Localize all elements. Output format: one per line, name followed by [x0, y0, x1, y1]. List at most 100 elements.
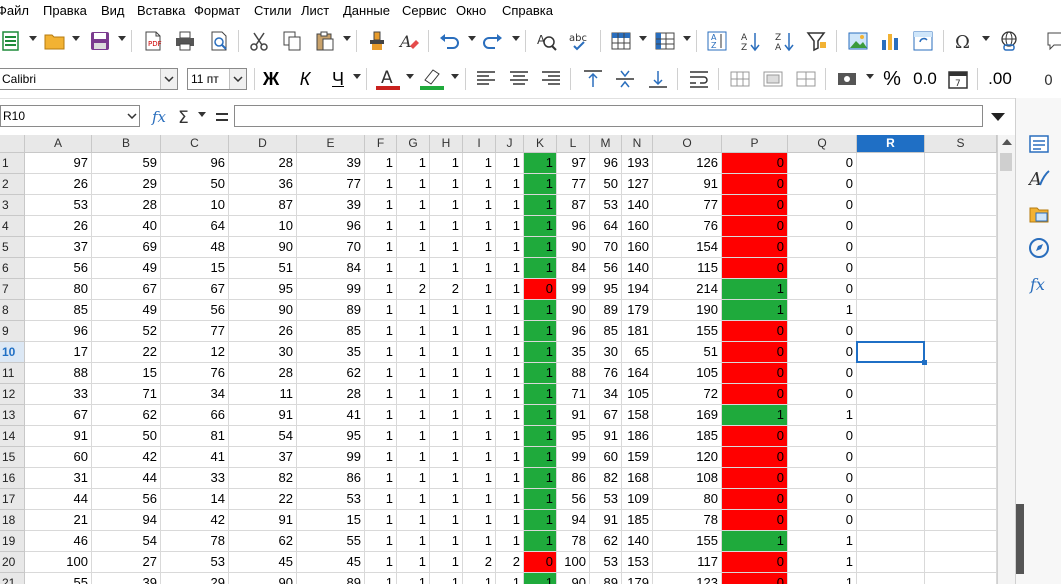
row-header[interactable]: 7: [0, 279, 25, 300]
cell[interactable]: 1: [430, 573, 463, 584]
insert-image-icon[interactable]: [845, 28, 871, 54]
cell[interactable]: 1: [496, 447, 524, 468]
cell[interactable]: 1: [397, 258, 430, 279]
row-header[interactable]: 11: [0, 363, 25, 384]
cell[interactable]: 1: [397, 342, 430, 363]
new-spreadsheet-icon[interactable]: [0, 28, 24, 54]
cell[interactable]: 1: [397, 384, 430, 405]
cell[interactable]: [857, 384, 925, 405]
cell[interactable]: 1: [365, 405, 397, 426]
cell[interactable]: 0: [722, 552, 788, 573]
cell[interactable]: 2: [397, 279, 430, 300]
cell[interactable]: 1: [430, 321, 463, 342]
cell[interactable]: 84: [297, 258, 365, 279]
cell[interactable]: 115: [653, 258, 722, 279]
cell[interactable]: [925, 342, 997, 363]
cell[interactable]: 62: [229, 531, 297, 552]
cell[interactable]: 1: [463, 153, 496, 174]
cell[interactable]: 0: [722, 174, 788, 195]
cell[interactable]: 53: [590, 552, 622, 573]
cell[interactable]: 0: [722, 489, 788, 510]
cell[interactable]: 70: [297, 237, 365, 258]
cell[interactable]: 82: [590, 468, 622, 489]
cell[interactable]: 0: [722, 153, 788, 174]
cell[interactable]: 1: [430, 552, 463, 573]
menu-item[interactable]: Данные: [343, 3, 390, 18]
cell[interactable]: 27: [92, 552, 161, 573]
cell[interactable]: 1: [430, 258, 463, 279]
cell[interactable]: [857, 531, 925, 552]
chevron-down-icon[interactable]: [125, 106, 139, 126]
column-header[interactable]: M: [590, 135, 622, 153]
column-header[interactable]: J: [496, 135, 524, 153]
save-icon[interactable]: [87, 28, 113, 54]
cell[interactable]: 35: [297, 342, 365, 363]
cell[interactable]: 1: [463, 300, 496, 321]
cell[interactable]: 0: [524, 552, 557, 573]
cell[interactable]: 0: [524, 279, 557, 300]
cell[interactable]: 109: [622, 489, 653, 510]
cell[interactable]: 96: [590, 153, 622, 174]
date-format-icon[interactable]: 7: [945, 66, 971, 92]
row-header[interactable]: 8: [0, 300, 25, 321]
row-header[interactable]: 12: [0, 384, 25, 405]
special-character-dropdown-icon[interactable]: [982, 36, 990, 41]
cell[interactable]: 77: [653, 195, 722, 216]
cell[interactable]: 1: [430, 489, 463, 510]
cell[interactable]: [925, 258, 997, 279]
cell[interactable]: 1: [524, 489, 557, 510]
cell[interactable]: [925, 174, 997, 195]
menu-item[interactable]: Сервис: [402, 3, 447, 18]
cell[interactable]: 1: [430, 342, 463, 363]
cell[interactable]: 1: [463, 216, 496, 237]
cell[interactable]: 1: [365, 300, 397, 321]
cell[interactable]: 56: [92, 489, 161, 510]
column-header[interactable]: S: [925, 135, 997, 153]
cell[interactable]: [925, 531, 997, 552]
cell[interactable]: 36: [229, 174, 297, 195]
cell[interactable]: 1: [463, 447, 496, 468]
cell[interactable]: 62: [297, 363, 365, 384]
cell[interactable]: 0: [788, 237, 857, 258]
cell[interactable]: 1: [397, 426, 430, 447]
cell[interactable]: 1: [496, 342, 524, 363]
cell[interactable]: 86: [557, 468, 590, 489]
cell[interactable]: [925, 300, 997, 321]
number-format-button[interactable]: 0.0: [910, 66, 940, 92]
export-pdf-icon[interactable]: PDF: [140, 28, 166, 54]
cell[interactable]: 160: [622, 216, 653, 237]
new-dropdown-icon[interactable]: [29, 36, 37, 41]
cell[interactable]: 0: [788, 384, 857, 405]
cell[interactable]: 1: [524, 405, 557, 426]
cell[interactable]: 99: [297, 447, 365, 468]
menu-item[interactable]: Вставка: [137, 3, 185, 18]
cell[interactable]: 1: [365, 447, 397, 468]
row-header[interactable]: 2: [0, 174, 25, 195]
expand-formula-bar-icon[interactable]: [985, 104, 1011, 130]
cell[interactable]: 194: [622, 279, 653, 300]
cell[interactable]: 1: [430, 216, 463, 237]
cell[interactable]: 1: [463, 405, 496, 426]
cell[interactable]: 39: [297, 195, 365, 216]
cell[interactable]: 89: [297, 573, 365, 584]
cell[interactable]: 17: [25, 342, 92, 363]
cell[interactable]: 1: [463, 510, 496, 531]
font-color-icon[interactable]: A: [375, 66, 401, 92]
cell[interactable]: 1: [722, 300, 788, 321]
cell[interactable]: 127: [622, 174, 653, 195]
cell[interactable]: 89: [590, 573, 622, 584]
cell[interactable]: 0: [722, 258, 788, 279]
cell[interactable]: 77: [161, 321, 229, 342]
cell[interactable]: 91: [590, 426, 622, 447]
cell[interactable]: 1: [397, 174, 430, 195]
cell[interactable]: 2: [430, 279, 463, 300]
scrollbar-thumb[interactable]: [1000, 153, 1012, 171]
cell[interactable]: 159: [622, 447, 653, 468]
cell[interactable]: 64: [161, 216, 229, 237]
cell[interactable]: 11: [229, 384, 297, 405]
cell[interactable]: 1: [496, 321, 524, 342]
cell[interactable]: 155: [653, 531, 722, 552]
cell[interactable]: 181: [622, 321, 653, 342]
cell[interactable]: 140: [622, 531, 653, 552]
cell[interactable]: [925, 426, 997, 447]
